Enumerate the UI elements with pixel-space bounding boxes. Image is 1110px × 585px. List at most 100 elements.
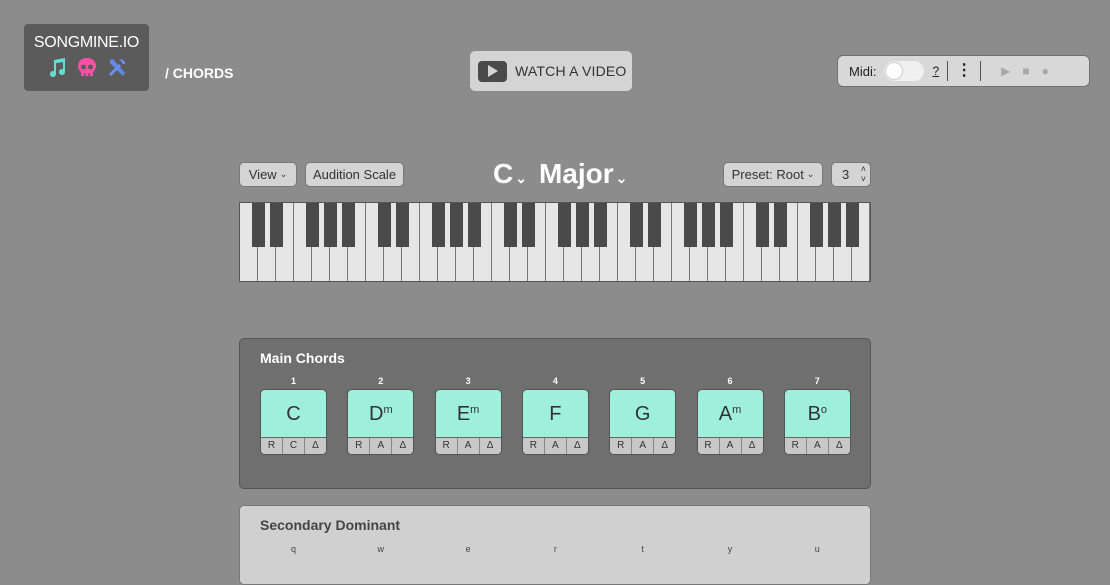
chord-root: B: [807, 402, 821, 425]
watch-video-label: WATCH A VIDEO: [515, 63, 627, 79]
octave-stepper[interactable]: 3 ˄ ˅: [831, 162, 871, 187]
mode-dropdown[interactable]: Major: [539, 158, 614, 190]
black-key[interactable]: [305, 203, 319, 247]
breadcrumb: / CHORDS: [165, 65, 234, 81]
black-key[interactable]: [395, 203, 409, 247]
chord-card[interactable]: GRAΔ: [609, 389, 677, 455]
black-key[interactable]: [773, 203, 787, 247]
vertical-dots-icon[interactable]: ⋮: [956, 63, 972, 79]
piano-keyboard[interactable]: [239, 202, 871, 282]
black-key[interactable]: [593, 203, 607, 247]
chord-option-button[interactable]: R: [348, 438, 371, 454]
chord-card[interactable]: CRCΔ: [260, 389, 327, 455]
chord-option-button[interactable]: A: [632, 438, 655, 454]
stop-icon[interactable]: ■: [1022, 64, 1029, 78]
logo[interactable]: SONGMINE.IO: [24, 24, 149, 91]
chord-option-button[interactable]: R: [610, 438, 633, 454]
chord-name[interactable]: Em: [436, 390, 501, 438]
chord-card[interactable]: FRAΔ: [521, 389, 589, 455]
secondary-dominant-title: Secondary Dominant: [260, 517, 401, 533]
chord-degree-label: 7: [814, 376, 820, 386]
chord-quality: m: [732, 404, 742, 416]
preset-label: Preset: Root: [731, 167, 804, 182]
record-icon[interactable]: ●: [1042, 64, 1049, 78]
black-key[interactable]: [683, 203, 697, 247]
chevron-down-icon: ⌄: [806, 169, 815, 179]
black-key[interactable]: [575, 203, 589, 247]
chord-name[interactable]: F: [523, 390, 588, 438]
chord-option-button[interactable]: Δ: [567, 438, 588, 454]
black-key[interactable]: [431, 203, 445, 247]
shortcut-key-label: e: [465, 544, 471, 554]
view-dropdown[interactable]: View ⌄: [239, 162, 297, 187]
chord-card[interactable]: DmRAΔ: [347, 389, 415, 455]
stepper-arrows-icon[interactable]: ˄ ˅: [861, 164, 866, 184]
chord-option-button[interactable]: R: [785, 438, 807, 454]
chevron-down-icon: ⌄: [515, 170, 527, 186]
chord-option-button[interactable]: A: [370, 438, 393, 454]
chord-option-button[interactable]: Δ: [305, 438, 326, 454]
skull-icon[interactable]: [75, 56, 99, 80]
chord-name[interactable]: Am: [698, 390, 763, 438]
chord-card[interactable]: EmRAΔ: [434, 389, 502, 455]
chord-option-button[interactable]: Δ: [742, 438, 763, 454]
chord-name[interactable]: Dm: [348, 390, 413, 438]
chord-name[interactable]: Bo: [785, 390, 850, 438]
black-key[interactable]: [755, 203, 769, 247]
chord-option-button[interactable]: Δ: [480, 438, 501, 454]
black-key[interactable]: [377, 203, 391, 247]
chord-name[interactable]: C: [261, 390, 326, 438]
black-key[interactable]: [827, 203, 841, 247]
black-key[interactable]: [251, 203, 265, 247]
chord-card[interactable]: BoRAΔ: [783, 389, 851, 455]
black-key[interactable]: [557, 203, 571, 247]
black-key[interactable]: [719, 203, 733, 247]
black-key[interactable]: [647, 203, 661, 247]
chord-option-button[interactable]: R: [523, 438, 545, 454]
chord-degree-label: 6: [727, 376, 733, 386]
key-dropdown[interactable]: C: [493, 158, 513, 190]
chord-root: E: [456, 402, 471, 425]
tools-icon[interactable]: [105, 56, 129, 80]
black-key[interactable]: [521, 203, 535, 247]
black-key[interactable]: [809, 203, 823, 247]
chord-card[interactable]: AmRAΔ: [696, 389, 764, 455]
key-selector: C ⌄ Major ⌄: [493, 158, 627, 190]
watch-video-button[interactable]: WATCH A VIDEO: [470, 51, 632, 91]
chord-option-button[interactable]: A: [545, 438, 567, 454]
black-key[interactable]: [701, 203, 715, 247]
midi-toggle[interactable]: [884, 61, 925, 81]
secondary-dominant-panel: Secondary Dominant q w e r t y u: [239, 505, 871, 585]
chord-root: D: [368, 402, 384, 425]
chord-option-button[interactable]: R: [261, 438, 283, 454]
black-key[interactable]: [503, 203, 517, 247]
chord-option-button[interactable]: Δ: [392, 438, 413, 454]
audition-scale-button[interactable]: Audition Scale: [305, 162, 404, 187]
chord-root: A: [718, 402, 733, 425]
view-label: View: [248, 167, 277, 182]
black-key[interactable]: [629, 203, 643, 247]
chord-option-button[interactable]: C: [283, 438, 305, 454]
black-key[interactable]: [467, 203, 481, 247]
chord-option-button[interactable]: A: [807, 438, 829, 454]
play-icon[interactable]: ▶: [1001, 64, 1010, 78]
chord-option-button[interactable]: A: [720, 438, 742, 454]
octave-value: 3: [842, 167, 850, 182]
chord-option-button[interactable]: Δ: [829, 438, 850, 454]
black-key[interactable]: [323, 203, 337, 247]
black-key[interactable]: [845, 203, 859, 247]
black-key[interactable]: [269, 203, 283, 247]
chord-option-button[interactable]: R: [436, 438, 458, 454]
shortcut-key-label: y: [727, 544, 733, 554]
chord-name[interactable]: G: [610, 390, 675, 438]
shortcut-key-label: q: [290, 544, 296, 554]
chord-option-button[interactable]: A: [458, 438, 480, 454]
midi-help-link[interactable]: ?: [932, 64, 939, 78]
chord-option-button[interactable]: Δ: [654, 438, 675, 454]
preset-dropdown[interactable]: Preset: Root ⌄: [723, 162, 823, 187]
black-key[interactable]: [449, 203, 463, 247]
midi-label: Midi:: [849, 63, 877, 79]
chord-option-button[interactable]: R: [698, 438, 720, 454]
black-key[interactable]: [341, 203, 355, 247]
music-note-icon[interactable]: [45, 56, 69, 80]
